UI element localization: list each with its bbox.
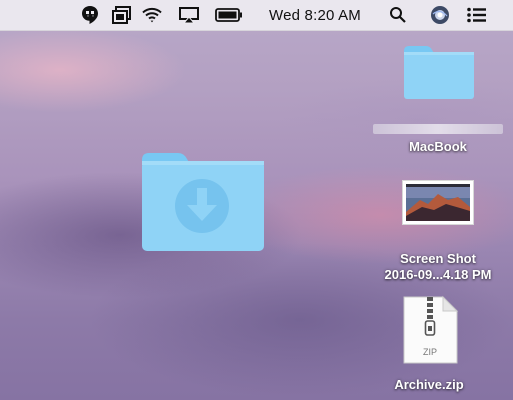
downloads-folder-icon	[142, 153, 264, 251]
menu-clock[interactable]: Wed 8:20 AM	[261, 0, 369, 30]
sync-icon[interactable]	[110, 0, 136, 30]
zip-badge: ZIP	[422, 347, 437, 357]
screenshot-label-line2[interactable]: 2016-09...4.18 PM	[363, 267, 513, 282]
screenshot-thumbnail-icon	[402, 180, 474, 225]
notification-center-icon[interactable]	[464, 0, 490, 30]
wifi-icon[interactable]	[139, 0, 165, 30]
desktop-file-archive[interactable]: ZIP	[401, 295, 459, 365]
menu-bar: Wed 8:20 AM	[0, 0, 513, 31]
airplay-icon[interactable]	[176, 0, 202, 30]
archive-label[interactable]: Archive.zip	[354, 377, 504, 392]
desktop-folder-macbook[interactable]	[402, 44, 476, 100]
downloads-folder[interactable]	[140, 150, 266, 254]
hangouts-icon[interactable]	[78, 0, 102, 30]
screenshot-label-line1[interactable]: Screen Shot	[363, 251, 513, 266]
folder-icon	[404, 46, 474, 99]
macbook-label[interactable]: MacBook	[363, 139, 513, 154]
blurred-label	[373, 124, 503, 134]
battery-icon[interactable]	[214, 0, 244, 30]
siri-icon[interactable]	[428, 0, 452, 30]
spotlight-search-icon[interactable]	[386, 0, 410, 30]
desktop: Wed 8:20 AM MacBook Screen Shot 2016-09.…	[0, 0, 513, 400]
desktop-file-screenshot[interactable]	[402, 180, 474, 225]
